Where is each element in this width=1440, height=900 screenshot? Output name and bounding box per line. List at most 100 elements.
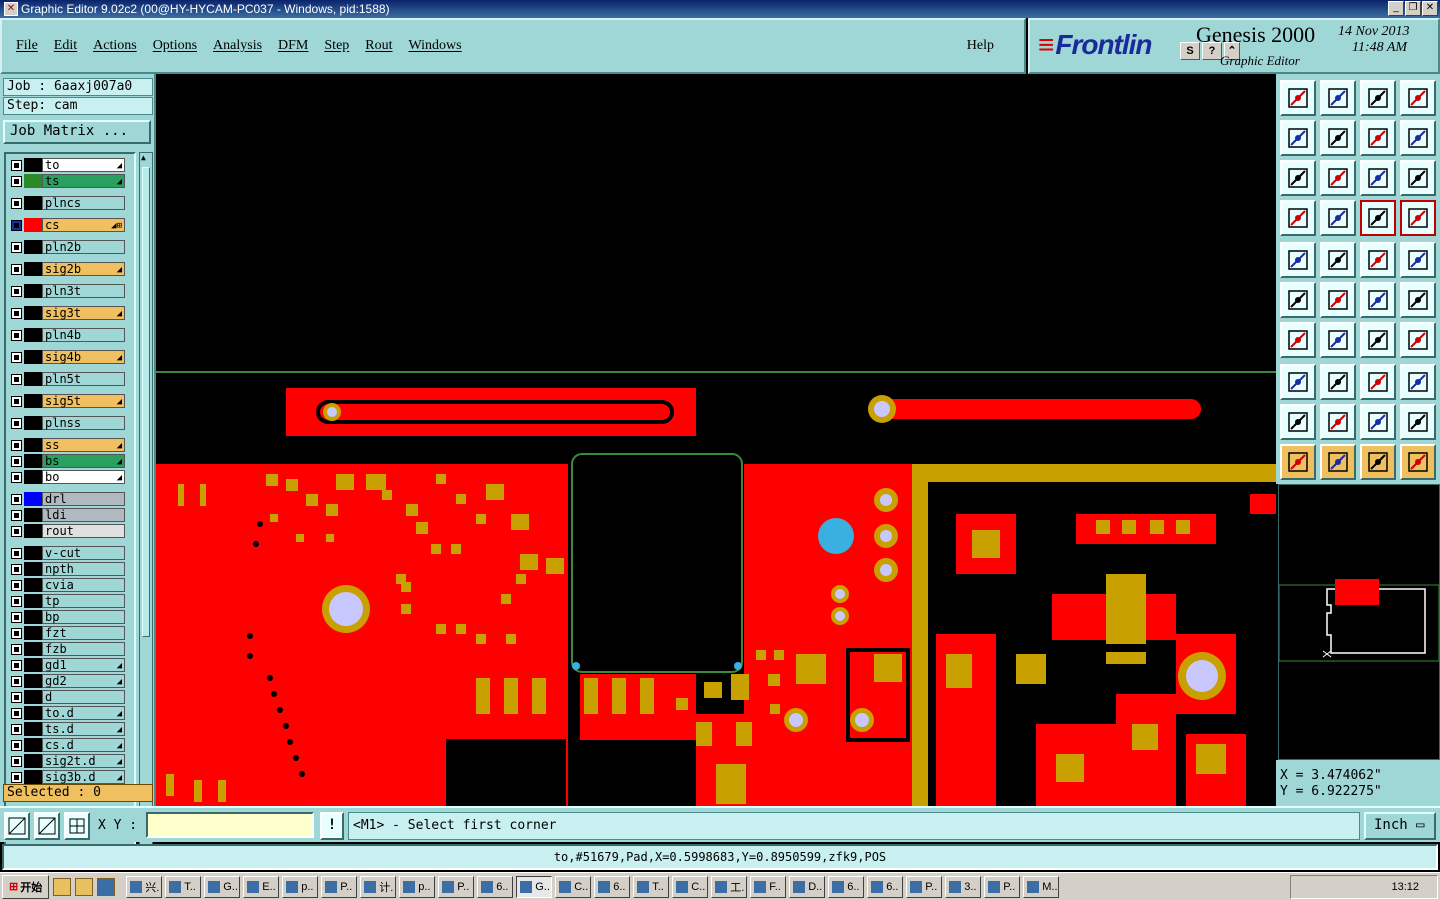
layer-checkbox[interactable] <box>11 724 22 735</box>
layer-color-swatch[interactable] <box>24 508 42 522</box>
layer-name[interactable]: sig4b ◢ <box>42 350 125 364</box>
taskbar-task-23[interactable]: M.. <box>1023 875 1060 898</box>
layer-color-swatch[interactable] <box>24 546 42 560</box>
taskbar-task-6[interactable]: 计. <box>360 875 397 898</box>
tool-button-flipv[interactable] <box>1360 120 1396 156</box>
xy-input[interactable] <box>146 812 314 838</box>
layer-checkbox[interactable] <box>11 396 22 407</box>
layer-row-to.d[interactable]: to.d ◢ <box>8 706 130 720</box>
layer-name[interactable]: sig2b ◢ <box>42 262 125 276</box>
layer-checkbox[interactable] <box>11 220 22 231</box>
layer-name[interactable]: gd2 ◢ <box>42 674 125 688</box>
layer-name[interactable]: tp <box>42 594 125 608</box>
layer-color-swatch[interactable] <box>24 578 42 592</box>
menu-rout[interactable]: Rout <box>365 38 392 54</box>
layer-row-drl[interactable]: drl <box>8 492 130 506</box>
layer-color-swatch[interactable] <box>24 658 42 672</box>
layer-checkbox[interactable] <box>11 564 22 575</box>
layer-color-swatch[interactable] <box>24 350 42 364</box>
layer-name[interactable]: v-cut <box>42 546 125 560</box>
tool-button-up[interactable] <box>1280 80 1316 116</box>
layer-checkbox[interactable] <box>11 242 22 253</box>
layer-color-swatch[interactable] <box>24 218 42 232</box>
s-button[interactable]: S <box>1180 42 1200 60</box>
layer-row-pln4b[interactable]: pln4b <box>8 328 130 342</box>
tool-button-arc[interactable] <box>1320 242 1356 278</box>
layer-checkbox[interactable] <box>11 596 22 607</box>
units-selector[interactable]: Inch ▭ <box>1364 812 1436 840</box>
layer-name[interactable]: ss ◢ <box>42 438 125 452</box>
tool-button-arrow-a[interactable] <box>1320 444 1356 480</box>
layer-color-swatch[interactable] <box>24 306 42 320</box>
layer-color-swatch[interactable] <box>24 416 42 430</box>
layer-name[interactable]: pln4b <box>42 328 125 342</box>
layer-row-fzt[interactable]: fzt <box>8 626 130 640</box>
layer-checkbox[interactable] <box>11 660 22 671</box>
tool-button-tri-a[interactable] <box>1280 404 1316 440</box>
layer-row-pln2b[interactable]: pln2b <box>8 240 130 254</box>
layer-color-swatch[interactable] <box>24 754 42 768</box>
tool-button-dot[interactable] <box>1400 242 1436 278</box>
layer-row-plncs[interactable]: plncs <box>8 196 130 210</box>
layer-checkbox[interactable] <box>11 456 22 467</box>
menu-edit[interactable]: Edit <box>54 38 77 54</box>
menu-actions[interactable]: Actions <box>93 38 137 54</box>
layer-row-ss[interactable]: ss ◢ <box>8 438 130 452</box>
layer-scrollbar[interactable]: ▲ ▼ <box>139 152 153 864</box>
layer-checkbox[interactable] <box>11 198 22 209</box>
layer-color-swatch[interactable] <box>24 284 42 298</box>
layer-name[interactable]: gd1 ◢ <box>42 658 125 672</box>
layer-name[interactable]: rout <box>42 524 125 538</box>
layer-name[interactable]: to ◢ <box>42 158 125 172</box>
tool-button-split[interactable] <box>1400 80 1436 116</box>
layer-checkbox[interactable] <box>11 628 22 639</box>
layer-name[interactable]: plnss <box>42 416 125 430</box>
job-matrix-button[interactable]: Job Matrix ... <box>3 120 151 144</box>
tool-button-help[interactable] <box>1400 160 1436 196</box>
layer-checkbox[interactable] <box>11 330 22 341</box>
layer-color-swatch[interactable] <box>24 524 42 538</box>
layer-name[interactable]: ts ◢ <box>42 174 125 188</box>
layer-checkbox[interactable] <box>11 286 22 297</box>
tool-button-left[interactable] <box>1280 120 1316 156</box>
layer-row-plnss[interactable]: plnss <box>8 416 130 430</box>
taskbar-task-12[interactable]: 6.. <box>594 875 631 898</box>
layer-checkbox[interactable] <box>11 580 22 591</box>
tool-button-fit[interactable] <box>1280 160 1316 196</box>
layer-color-swatch[interactable] <box>24 626 42 640</box>
layer-row-sig4b[interactable]: sig4b ◢ <box>8 350 130 364</box>
tool-button-move[interactable] <box>1320 160 1356 196</box>
tool-button-ruler[interactable] <box>1360 242 1396 278</box>
layer-color-swatch[interactable] <box>24 610 42 624</box>
layer-name[interactable]: plncs <box>42 196 125 210</box>
taskbar-task-15[interactable]: 工. <box>711 875 748 898</box>
layer-checkbox[interactable] <box>11 772 22 783</box>
taskbar-task-16[interactable]: F.. <box>750 875 787 898</box>
layer-color-swatch[interactable] <box>24 240 42 254</box>
layer-row-pln5t[interactable]: pln5t <box>8 372 130 386</box>
layer-name[interactable]: fzt <box>42 626 125 640</box>
layer-checkbox[interactable] <box>11 740 22 751</box>
layer-checkbox[interactable] <box>11 264 22 275</box>
layer-checkbox[interactable] <box>11 494 22 505</box>
layer-name[interactable]: cs ◢⊞ <box>42 218 125 232</box>
taskbar-task-18[interactable]: 6.. <box>828 875 865 898</box>
taskbar-task-0[interactable]: 兴. <box>126 875 163 898</box>
layer-color-swatch[interactable] <box>24 470 42 484</box>
layer-color-swatch[interactable] <box>24 738 42 752</box>
layer-color-swatch[interactable] <box>24 492 42 506</box>
tool-button-net-b[interactable] <box>1400 282 1436 318</box>
layer-name[interactable]: pln3t <box>42 284 125 298</box>
layer-name[interactable]: pln2b <box>42 240 125 254</box>
layer-row-d[interactable]: d <box>8 690 130 704</box>
tool-button-cross[interactable] <box>1320 282 1356 318</box>
layer-row-sig2b[interactable]: sig2b ◢ <box>8 262 130 276</box>
layer-color-swatch[interactable] <box>24 722 42 736</box>
taskbar-task-4[interactable]: p.. <box>282 875 319 898</box>
menu-options[interactable]: Options <box>153 38 197 54</box>
layer-row-fzb[interactable]: fzb <box>8 642 130 656</box>
taskbar-task-13[interactable]: T.. <box>633 875 670 898</box>
layer-color-swatch[interactable] <box>24 372 42 386</box>
layer-name[interactable]: sig3b.d ◢ <box>42 770 125 784</box>
snap-mode-button[interactable] <box>4 812 30 840</box>
